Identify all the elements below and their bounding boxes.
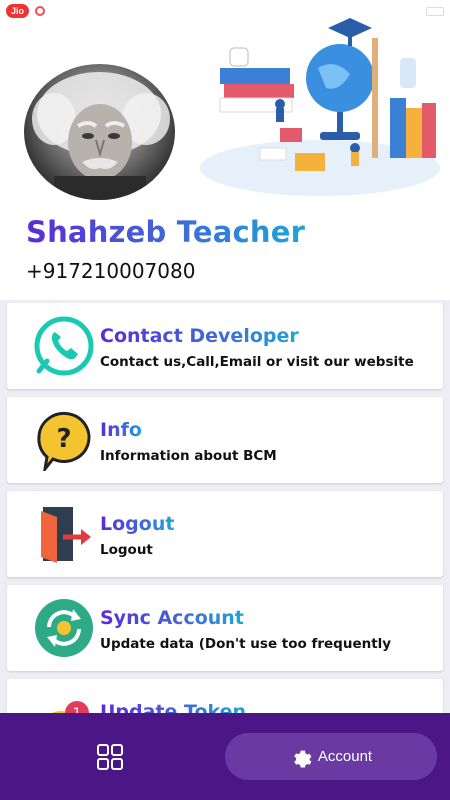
menu-item-subtitle: Contact us,Call,Email or visit our websi… [100, 354, 414, 370]
menu-item-update-token[interactable]: 1 Update Token [7, 679, 443, 713]
nav-account-button[interactable]: Account [225, 733, 437, 780]
menu-item-title: Info [100, 419, 142, 441]
menu-list[interactable]: Contact Developer Contact us,Call,Email … [0, 300, 450, 713]
menu-item-title: Logout [100, 513, 175, 535]
notification-icon: 1 [33, 691, 95, 713]
profile-header: Shahzeb Teacher +917210007080 [0, 0, 450, 300]
avatar-photo-icon [32, 72, 170, 200]
profile-phone: +917210007080 [26, 259, 196, 283]
menu-item-info[interactable]: ? Info Information about BCM [7, 397, 443, 483]
nav-account-label: Account [317, 748, 373, 765]
menu-item-subtitle: Information about BCM [100, 448, 277, 464]
status-bar: Jio ▾ ▮ ▯ 10:29 [0, 0, 450, 22]
logout-door-icon [33, 503, 95, 565]
menu-item-contact-developer[interactable]: Contact Developer Contact us,Call,Email … [7, 303, 443, 389]
profile-avatar[interactable] [24, 64, 175, 200]
education-illustration [200, 18, 440, 196]
profile-name: Shahzeb Teacher [26, 215, 306, 249]
menu-item-title: Contact Developer [100, 325, 299, 347]
gear-icon [294, 750, 312, 768]
notification-badge: 1 [73, 706, 82, 713]
menu-item-title: Sync Account [100, 607, 244, 629]
battery-icon [422, 6, 444, 16]
menu-item-logout[interactable]: Logout Logout [7, 491, 443, 577]
grid-icon [97, 744, 123, 770]
menu-item-subtitle: Update data (Don't use too frequently [100, 636, 392, 652]
question-icon: ? [33, 409, 95, 475]
carrier-badge: Jio [6, 4, 30, 18]
menu-item-sync-account[interactable]: Sync Account Update data (Don't use too … [7, 585, 443, 671]
svg-text:?: ? [56, 424, 71, 454]
bottom-navigation: Account [0, 713, 450, 800]
wifi-icon: ▾ [51, 7, 57, 19]
menu-item-subtitle: Logout [100, 542, 153, 558]
notification-icon: ▯ [83, 7, 90, 19]
carrier-icon [35, 6, 46, 16]
menu-item-title: Update Token [100, 701, 246, 713]
nav-home-button[interactable] [96, 743, 124, 771]
signal-icon: ▮ [67, 7, 74, 19]
status-time: 10:29 [109, 5, 137, 17]
sync-icon [33, 597, 95, 659]
phone-icon [33, 315, 95, 377]
